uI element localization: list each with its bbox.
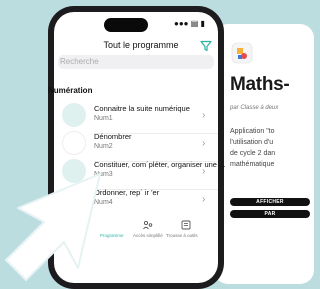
description-line: l'utilisation d'u (230, 139, 274, 146)
pointer-cursor-icon (5, 173, 101, 281)
item-code: Num1 (94, 115, 113, 122)
chevron-right-icon: › (202, 138, 206, 149)
share-button[interactable]: PAR (230, 210, 310, 218)
page-title: Tout le programme (103, 40, 179, 50)
chevron-right-icon: › (202, 166, 206, 177)
description-line: mathématique (230, 161, 275, 168)
status-icons: ●●● ▤ ▮ (174, 19, 205, 28)
item-title: Dénombrer (94, 132, 132, 141)
tab-toolbox[interactable]: Trousse à outils (166, 233, 198, 238)
app-logo-icon (231, 42, 253, 64)
toolbox-icon[interactable] (180, 219, 192, 231)
show-button[interactable]: AFFICHER (230, 198, 310, 206)
section-heading: Numération (48, 86, 93, 95)
item-title: Connaitre la suite numérique (94, 104, 190, 113)
list-item[interactable]: Connaitre la suite numérique Num1 › (54, 100, 218, 134)
search-input[interactable]: Recherche (58, 55, 214, 69)
dynamic-island (104, 18, 148, 32)
app-description: Application "to l'utilisation d'u de cyc… (230, 126, 300, 170)
chevron-right-icon: › (202, 194, 206, 205)
description-line: de cycle 2 dan (230, 150, 276, 157)
accessibility-icon[interactable] (142, 220, 154, 232)
chevron-right-icon: › (202, 110, 206, 121)
filter-icon[interactable] (200, 40, 212, 52)
app-title: Maths- (230, 74, 290, 95)
item-thumbnail (62, 103, 86, 127)
description-line: Application "to (230, 128, 275, 135)
app-byline: par Classe à deux (230, 105, 279, 111)
